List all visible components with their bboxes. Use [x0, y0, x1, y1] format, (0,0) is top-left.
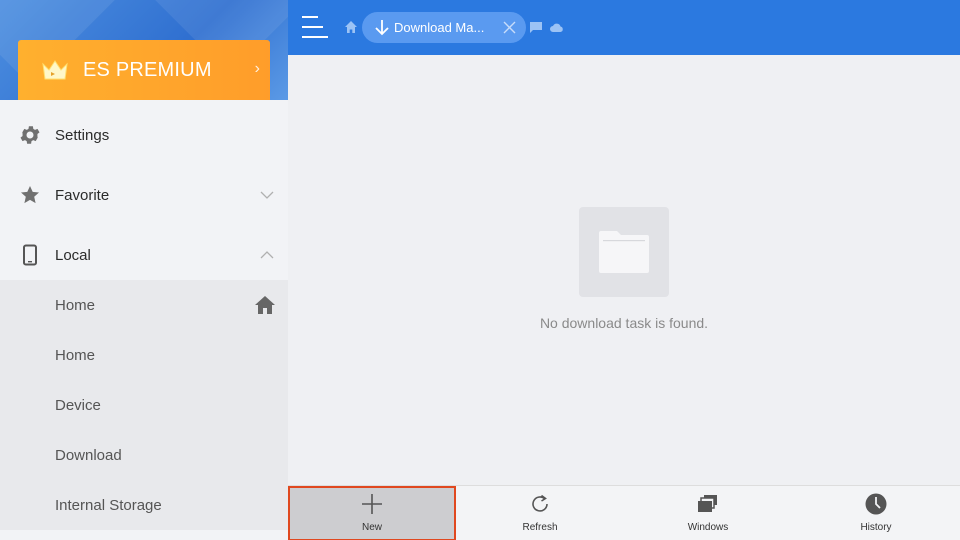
star-icon [21, 186, 39, 204]
premium-banner[interactable]: ES PREMIUM › [18, 40, 270, 100]
clock-icon [865, 493, 887, 515]
hamburger-menu-icon[interactable] [302, 15, 328, 39]
local-item-download[interactable]: Download [0, 430, 288, 480]
chevron-up-icon[interactable] [260, 248, 274, 262]
refresh-button[interactable]: Refresh [456, 486, 624, 540]
sidebar-item-label: Favorite [55, 186, 110, 204]
cloud-icon[interactable] [550, 22, 563, 32]
local-item-home-2[interactable]: Home [0, 330, 288, 380]
sidebar-item-local[interactable]: Local [0, 225, 288, 285]
button-label: Windows [687, 522, 729, 533]
sidebar-item-settings[interactable]: Settings [0, 105, 288, 165]
refresh-icon [532, 494, 548, 512]
bottom-toolbar: New Refresh Windows History [288, 485, 960, 540]
sidebar-item-label: Local [55, 246, 91, 264]
chevron-down-icon[interactable] [260, 188, 274, 202]
new-button[interactable]: New [288, 486, 456, 540]
sidebar-item-favorite[interactable]: Favorite [0, 165, 288, 225]
top-bar: Download Ma... [288, 0, 960, 55]
list-item-label: Home [55, 346, 96, 364]
local-item-internal-storage[interactable]: Internal Storage [0, 480, 288, 530]
chevron-right-icon: › [254, 60, 260, 77]
download-arrow-icon [375, 20, 389, 36]
tab-label: Download Ma... [394, 20, 485, 35]
list-item-label: Internal Storage [55, 496, 162, 514]
history-button[interactable]: History [792, 486, 960, 540]
folder-icon [599, 231, 649, 273]
list-item-label: Download [55, 446, 122, 464]
plus-icon [362, 494, 382, 514]
sidebar-item-label: Settings [55, 126, 110, 144]
button-label: Refresh [522, 522, 558, 533]
empty-state-illustration [579, 207, 669, 297]
sidebar-footer [0, 530, 288, 540]
sidebar-header: ES PREMIUM › [0, 0, 288, 100]
local-item-home[interactable]: Home [0, 280, 288, 330]
phone-icon [23, 244, 37, 266]
close-icon[interactable] [503, 21, 516, 34]
main-content: No download task is found. [288, 55, 960, 485]
button-label: New [361, 522, 382, 533]
local-item-device[interactable]: Device [0, 380, 288, 430]
premium-label: ES PREMIUM [83, 58, 212, 81]
list-item-label: Home [55, 296, 96, 314]
windows-icon [698, 495, 717, 512]
tab-download-manager[interactable]: Download Ma... [362, 12, 526, 43]
local-list: Home Home Device Download Internal Stora… [0, 280, 288, 530]
list-item-label: Device [55, 396, 101, 414]
gear-icon [20, 126, 40, 144]
home-icon[interactable] [254, 294, 276, 316]
empty-state-message: No download task is found. [539, 315, 709, 331]
chat-icon[interactable] [530, 22, 542, 33]
sidebar: ES PREMIUM › Settings Favorite Local Hom… [0, 0, 288, 540]
home-icon[interactable] [344, 20, 358, 34]
crown-icon [42, 60, 68, 80]
windows-button[interactable]: Windows [624, 486, 792, 540]
button-label: History [860, 522, 892, 533]
